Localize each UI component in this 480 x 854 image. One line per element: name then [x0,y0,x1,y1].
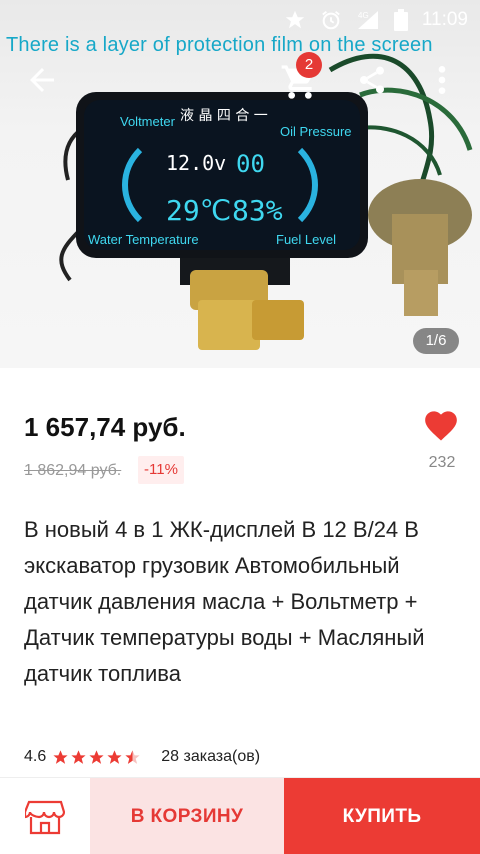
star-full-icon [71,749,86,764]
label-water-temperature: Water Temperature [88,232,199,247]
lcd-fuel: 83% [232,194,283,227]
rating-stars [52,749,141,766]
status-bar: 4G 11:09 [0,0,480,40]
more-vert-icon[interactable] [430,64,454,96]
orders-count: 28 заказа(ов) [161,748,261,765]
product-title: В новый 4 в 1 ЖК-дисплей В 12 В/24 В экс… [24,517,425,686]
battery-icon [393,9,408,31]
label-oil-pressure: Oil Pressure [280,124,352,139]
lcd-voltage: 12.0v [166,151,226,175]
heart-icon[interactable] [422,406,460,442]
buy-now-button[interactable]: КУПИТЬ [284,778,480,854]
product-price: 1 657,74 руб. [24,412,186,442]
label-voltmeter: Voltmeter [120,114,176,129]
product-old-price: 1 862,94 руб. [24,462,122,479]
star-full-icon [107,749,122,764]
signal-icon: 4G [357,11,378,29]
rating-row[interactable]: 4.6 28 заказа(ов) [24,746,260,768]
share-icon[interactable] [356,64,388,96]
bottom-action-bar: В КОРЗИНУ КУПИТЬ [0,777,480,854]
status-time: 11:09 [421,9,468,30]
back-arrow-icon[interactable] [24,62,60,98]
alarm-icon [322,11,340,30]
network-label: 4G [358,11,369,20]
add-to-cart-button[interactable]: В КОРЗИНУ [90,778,284,854]
star-full-icon [53,749,68,764]
star-icon [285,10,305,29]
label-fuel-level: Fuel Level [276,232,336,247]
store-button[interactable] [0,778,90,854]
star-half-icon [125,749,140,764]
lcd-temperature: 29℃ [166,194,231,227]
cart-count-badge: 2 [296,52,322,78]
gallery-page-indicator: 1/6 [413,328,459,354]
star-full-icon [89,749,104,764]
product-screen: Voltmeter 液 晶 四 合 一 Oil Pressure 12.0v 0… [0,0,480,854]
discount-badge: -11% [138,456,184,484]
rating-value: 4.6 [24,748,47,765]
store-icon [25,800,65,834]
product-image-gallery[interactable]: Voltmeter 液 晶 四 合 一 Oil Pressure 12.0v 0… [0,0,480,368]
label-chinese: 液 晶 四 合 一 [180,108,268,124]
lcd-pressure: 00 [236,150,265,178]
favorites-count: 232 [428,454,456,471]
